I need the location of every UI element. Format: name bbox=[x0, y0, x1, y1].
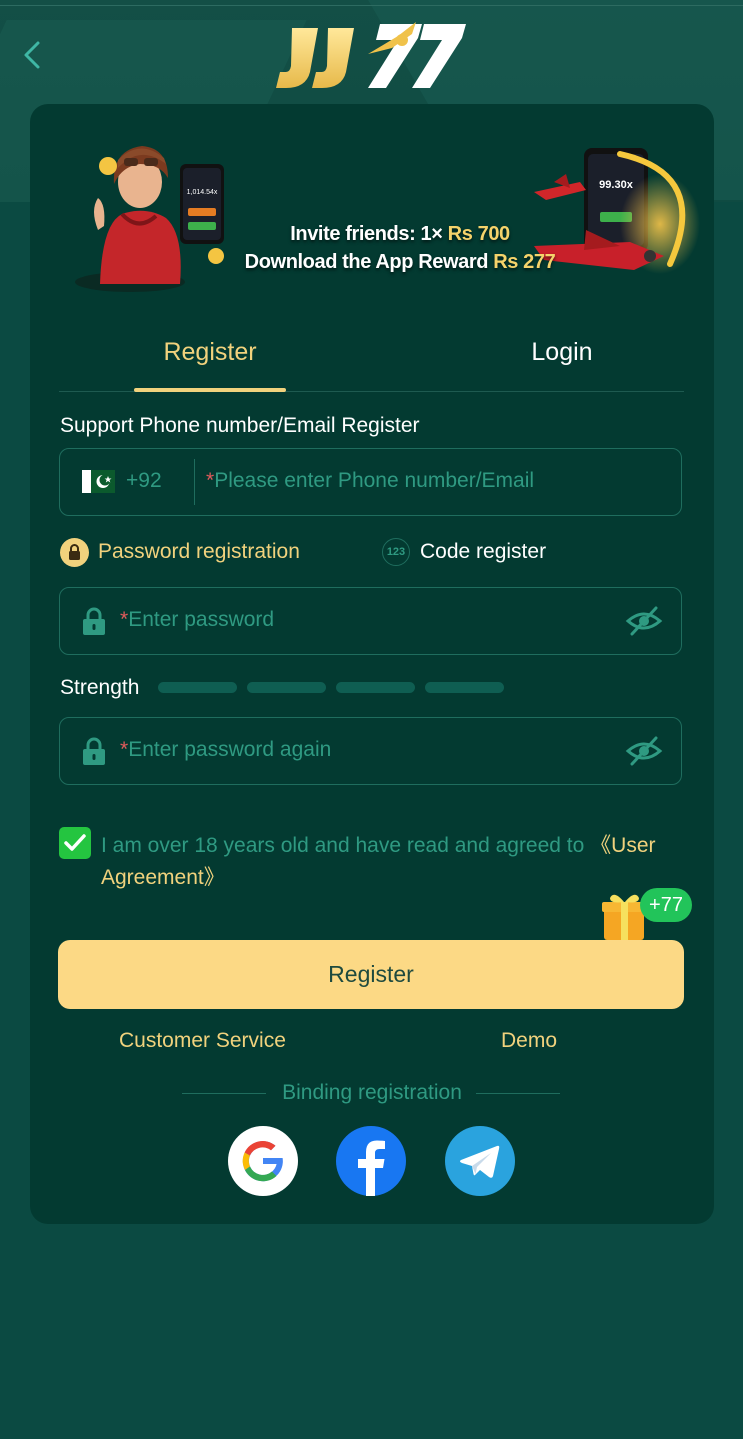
promo-line1: Invite friends: 1× bbox=[290, 223, 448, 245]
tab-register[interactable]: Register bbox=[134, 329, 286, 392]
strength-bar-1 bbox=[158, 682, 237, 693]
password-input[interactable]: *Enter password bbox=[120, 608, 274, 632]
phone1-multiplier: 1,014.54x bbox=[187, 189, 218, 196]
lock-icon bbox=[83, 737, 105, 765]
password-again-placeholder: Enter password again bbox=[128, 738, 332, 761]
google-icon bbox=[242, 1141, 283, 1182]
promo-banner[interactable]: 1,014.54x 99.30x Invite friends: 1× Rs 7… bbox=[60, 134, 700, 294]
tab-login[interactable]: Login bbox=[489, 329, 635, 391]
register-card: 1,014.54x 99.30x Invite friends: 1× Rs 7… bbox=[30, 104, 714, 1224]
mode-password-label: Password registration bbox=[98, 540, 300, 563]
lock-icon bbox=[83, 607, 105, 635]
required-mark: * bbox=[206, 469, 215, 492]
password-again-field[interactable]: *Enter password again bbox=[59, 717, 682, 785]
phone-email-input[interactable]: *Please enter Phone number/Email bbox=[206, 469, 534, 493]
google-login-button[interactable] bbox=[228, 1126, 298, 1196]
password-placeholder: Enter password bbox=[128, 608, 275, 631]
mode-code-label: Code register bbox=[420, 540, 547, 563]
password-field[interactable]: *Enter password bbox=[59, 587, 682, 655]
promo-amount-app: Rs 277 bbox=[493, 251, 556, 273]
app-logo bbox=[272, 14, 472, 94]
support-label: Support Phone number/Email Register bbox=[60, 414, 420, 437]
telegram-icon bbox=[459, 1145, 500, 1178]
eye-off-icon[interactable] bbox=[625, 735, 663, 767]
password-again-input[interactable]: *Enter password again bbox=[120, 738, 331, 762]
strength-bar-3 bbox=[336, 682, 415, 693]
phone-email-field[interactable]: +92 *Please enter Phone number/Email bbox=[59, 448, 682, 516]
bonus-badge: +77 bbox=[640, 888, 692, 922]
binding-divider-right bbox=[476, 1093, 560, 1094]
telegram-login-button[interactable] bbox=[445, 1126, 515, 1196]
back-button[interactable] bbox=[18, 38, 48, 72]
auth-tabs: Register Login bbox=[59, 329, 684, 392]
strength-bar-4 bbox=[425, 682, 504, 693]
eye-off-icon[interactable] bbox=[625, 605, 663, 637]
lock-badge-icon bbox=[60, 538, 89, 567]
country-code[interactable]: +92 bbox=[126, 469, 162, 493]
checkmark-icon bbox=[64, 834, 86, 851]
strength-label: Strength bbox=[60, 676, 140, 699]
phone2-multiplier: 99.30x bbox=[599, 179, 634, 191]
demo-link[interactable]: Demo bbox=[501, 1029, 557, 1053]
register-button[interactable]: Register bbox=[58, 940, 684, 1009]
facebook-icon bbox=[358, 1140, 385, 1196]
strength-bar-2 bbox=[247, 682, 326, 693]
chevron-left-icon bbox=[24, 41, 40, 69]
binding-title: Binding registration bbox=[282, 1081, 462, 1104]
agreement-text: I am over 18 years old and have read and… bbox=[101, 834, 656, 889]
agreement-checkbox[interactable] bbox=[59, 827, 91, 859]
promo-text: Invite friends: 1× Rs 700 Download the A… bbox=[220, 220, 580, 276]
promo-line2: Download the App Reward bbox=[244, 251, 494, 273]
facebook-login-button[interactable] bbox=[336, 1126, 406, 1196]
promo-amount-invite: Rs 700 bbox=[447, 223, 510, 245]
pakistan-flag-icon[interactable] bbox=[82, 470, 115, 493]
customer-service-link[interactable]: Customer Service bbox=[119, 1029, 286, 1053]
numeric-code-icon: 123 bbox=[382, 538, 410, 566]
phone-placeholder: Please enter Phone number/Email bbox=[214, 469, 535, 492]
